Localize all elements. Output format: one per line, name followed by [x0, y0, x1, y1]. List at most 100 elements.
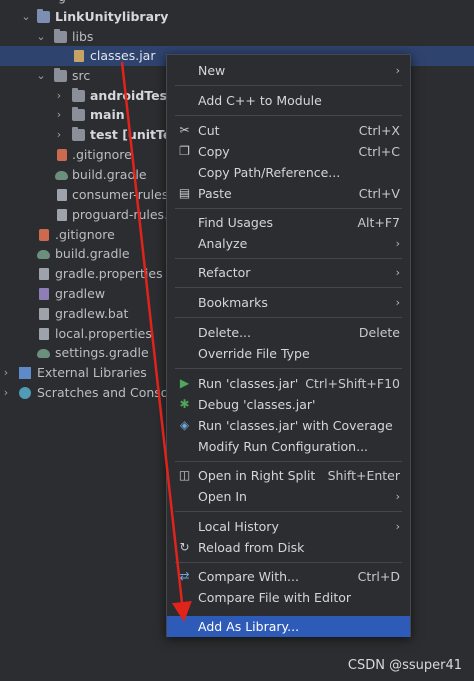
- expand-arrow-icon[interactable]: ⌄: [35, 66, 47, 86]
- menu-item-label: Override File Type: [198, 346, 310, 361]
- menu-item-refactor[interactable]: Refactor ›: [167, 262, 410, 283]
- submenu-arrow-icon: ›: [395, 64, 400, 77]
- menu-separator: [175, 368, 402, 369]
- tree-label: gradle.properties: [55, 266, 163, 281]
- module-folder-icon: [37, 9, 50, 23]
- menu-shortcut: Ctrl+C: [358, 144, 400, 159]
- menu-item-open-right-split[interactable]: ◫ Open in Right Split Shift+Enter: [167, 465, 410, 486]
- tree-label: Scratches and Consoles: [37, 385, 187, 400]
- expand-arrow-icon[interactable]: ›: [53, 125, 65, 145]
- menu-shortcut: Shift+Enter: [327, 468, 400, 483]
- scratches-icon: [19, 387, 31, 399]
- expand-arrow-icon[interactable]: ⌄: [20, 7, 32, 27]
- tree-row-partial: g: [0, 0, 474, 7]
- folder-icon: [72, 127, 85, 141]
- tree-row-module[interactable]: ⌄ LinkUnitylibrary: [0, 7, 474, 27]
- menu-item-cut[interactable]: ✂ Cut Ctrl+X: [167, 120, 410, 141]
- menu-item-label: Run 'classes.jar' with Coverage: [198, 418, 393, 433]
- folder-icon: [72, 107, 85, 121]
- menu-item-label: Copy Path/Reference...: [198, 165, 341, 180]
- file-icon: [57, 189, 67, 201]
- menu-item-reload-disk[interactable]: ↻ Reload from Disk: [167, 537, 410, 558]
- menu-item-label: Reload from Disk: [198, 540, 305, 555]
- tree-row-libs[interactable]: ⌄ libs: [0, 27, 474, 47]
- menu-item-compare-with[interactable]: ⇄ Compare With... Ctrl+D: [167, 566, 410, 587]
- submenu-arrow-icon: ›: [395, 520, 400, 533]
- coverage-icon: ◈: [179, 418, 190, 432]
- expand-arrow-icon[interactable]: ⌄: [35, 27, 47, 47]
- menu-item-label: Find Usages: [198, 215, 274, 230]
- expand-arrow-icon[interactable]: ›: [0, 383, 12, 403]
- tree-label: androidTest: [90, 88, 174, 103]
- menu-shortcut: Ctrl+X: [358, 123, 400, 138]
- menu-item-label: Copy: [198, 144, 230, 159]
- tree-label: src: [72, 68, 91, 83]
- menu-item-label: Paste: [198, 186, 232, 201]
- menu-shortcut: Ctrl+Shift+F10: [305, 376, 400, 391]
- menu-item-find-usages[interactable]: Find Usages Alt+F7: [167, 212, 410, 233]
- tree-label: g: [58, 0, 66, 7]
- expand-arrow-icon[interactable]: ›: [0, 363, 12, 383]
- submenu-arrow-icon: ›: [395, 296, 400, 309]
- menu-item-modify-run-config[interactable]: Modify Run Configuration...: [167, 436, 410, 457]
- tree-label: External Libraries: [37, 365, 147, 380]
- menu-item-run-coverage[interactable]: ◈ Run 'classes.jar' with Coverage: [167, 415, 410, 436]
- menu-shortcut: Ctrl+V: [358, 186, 400, 201]
- debug-icon: ✱: [179, 397, 190, 411]
- menu-item-add-as-library[interactable]: Add As Library...: [167, 616, 410, 637]
- split-icon: ◫: [178, 468, 191, 482]
- menu-item-open-in[interactable]: Open In ›: [167, 486, 410, 507]
- file-icon: [39, 288, 49, 300]
- menu-item-new[interactable]: New ›: [167, 60, 410, 81]
- menu-item-analyze[interactable]: Analyze ›: [167, 233, 410, 254]
- menu-separator: [175, 258, 402, 259]
- menu-item-delete[interactable]: Delete... Delete: [167, 322, 410, 343]
- reload-icon: ↻: [179, 540, 190, 554]
- menu-item-label: Analyze: [198, 236, 248, 251]
- menu-item-compare-editor[interactable]: Compare File with Editor: [167, 587, 410, 608]
- menu-shortcut: Ctrl+D: [357, 569, 400, 584]
- tree-label: LinkUnitylibrary: [55, 9, 169, 24]
- compare-icon: ⇄: [179, 569, 190, 583]
- menu-item-copy[interactable]: ❐ Copy Ctrl+C: [167, 141, 410, 162]
- tree-label: build.gradle: [72, 167, 147, 182]
- tree-label: main: [90, 107, 125, 122]
- menu-separator: [175, 287, 402, 288]
- paste-icon: ▤: [178, 186, 191, 200]
- expand-arrow-icon[interactable]: ›: [53, 105, 65, 125]
- menu-item-bookmarks[interactable]: Bookmarks ›: [167, 292, 410, 313]
- menu-item-label: Compare File with Editor: [198, 590, 352, 605]
- context-menu: New › Add C++ to Module ✂ Cut Ctrl+X ❐ C…: [166, 54, 411, 637]
- menu-item-run[interactable]: ▶ Run 'classes.jar' Ctrl+Shift+F10: [167, 373, 410, 394]
- gradle-icon: [55, 171, 68, 180]
- menu-separator: [175, 317, 402, 318]
- menu-item-label: Run 'classes.jar': [198, 376, 299, 391]
- menu-item-label: Delete...: [198, 325, 251, 340]
- folder-icon: [54, 68, 67, 82]
- menu-item-label: Modify Run Configuration...: [198, 439, 369, 454]
- expand-arrow-icon[interactable]: ›: [53, 86, 65, 106]
- menu-item-local-history[interactable]: Local History ›: [167, 516, 410, 537]
- submenu-arrow-icon: ›: [395, 266, 400, 279]
- run-icon: ▶: [179, 376, 190, 390]
- jar-icon: [74, 50, 84, 62]
- file-icon: [39, 328, 49, 340]
- menu-item-copy-path[interactable]: Copy Path/Reference...: [167, 162, 410, 183]
- menu-separator: [175, 562, 402, 563]
- tree-label: .gitignore: [55, 227, 115, 242]
- gradle-icon: [37, 349, 50, 358]
- menu-item-paste[interactable]: ▤ Paste Ctrl+V: [167, 183, 410, 204]
- file-icon: [39, 268, 49, 280]
- menu-item-label: Local History: [198, 519, 279, 534]
- folder-icon: [72, 88, 85, 102]
- submenu-arrow-icon: ›: [395, 490, 400, 503]
- menu-item-debug[interactable]: ✱ Debug 'classes.jar': [167, 394, 410, 415]
- tree-label: libs: [72, 29, 94, 44]
- tree-label: gradlew: [55, 286, 106, 301]
- menu-item-override-file-type[interactable]: Override File Type: [167, 343, 410, 364]
- menu-item-label: Bookmarks: [198, 295, 268, 310]
- tree-label: .gitignore: [72, 147, 132, 162]
- menu-item-add-cpp[interactable]: Add C++ to Module: [167, 90, 410, 111]
- menu-separator: [175, 208, 402, 209]
- menu-item-label: New: [198, 63, 226, 78]
